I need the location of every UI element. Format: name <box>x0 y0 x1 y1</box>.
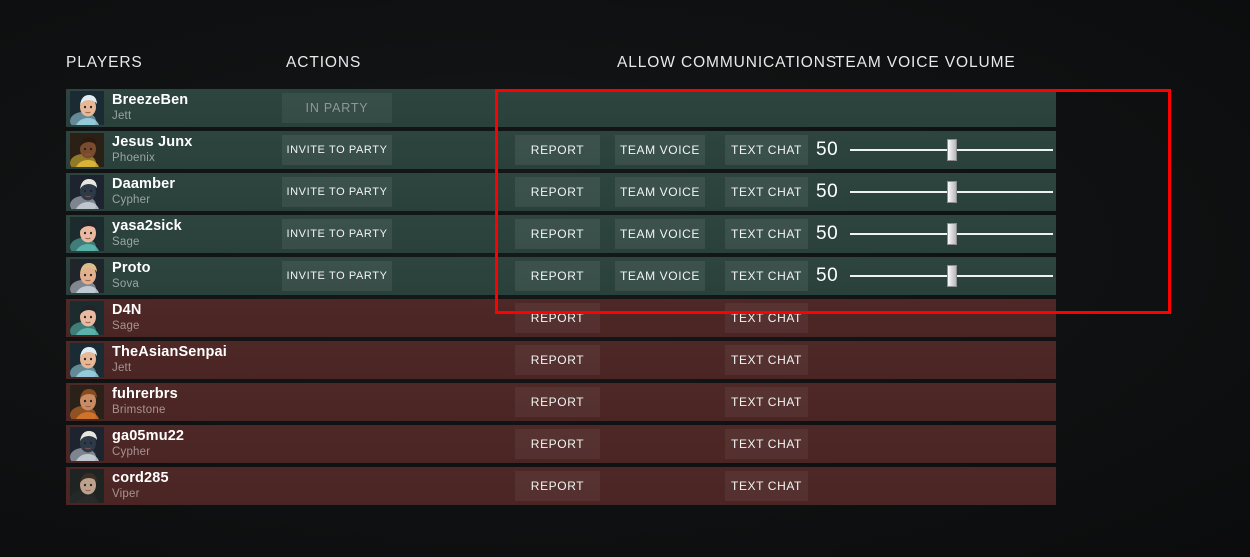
player-agent: Jett <box>112 362 132 374</box>
team-voice-volume-slider[interactable]: 50 <box>816 257 1056 295</box>
team-voice-volume-slider[interactable]: 50 <box>816 173 1056 211</box>
player-name: Jesus Junx <box>112 134 193 150</box>
player-name: Daamber <box>112 176 176 192</box>
text-chat-toggle[interactable]: TEXT CHAT <box>725 135 808 165</box>
text-chat-toggle[interactable]: TEXT CHAT <box>725 471 808 501</box>
text-chat-toggle[interactable]: TEXT CHAT <box>725 219 808 249</box>
in-party-label: IN PARTY <box>282 93 392 123</box>
player-cell: fuhrerbrs Brimstone <box>66 383 512 421</box>
report-button[interactable]: REPORT <box>515 345 600 375</box>
invite-to-party-button[interactable]: INVITE TO PARTY <box>282 135 392 165</box>
column-header-allow-communications: ALLOW COMMUNICATIONS <box>617 54 838 71</box>
report-button[interactable]: REPORT <box>515 303 600 333</box>
volume-value: 50 <box>816 139 839 160</box>
column-header-actions: ACTIONS <box>286 54 362 71</box>
player-name: fuhrerbrs <box>112 386 178 402</box>
volume-value: 50 <box>816 181 839 202</box>
column-headers: PLAYERS ACTIONS ALLOW COMMUNICATIONS TEA… <box>0 54 1250 78</box>
volume-thumb[interactable] <box>946 265 957 287</box>
player-agent: Viper <box>112 488 140 500</box>
player-name: TheAsianSenpai <box>112 344 227 360</box>
invite-to-party-button[interactable]: INVITE TO PARTY <box>282 177 392 207</box>
text-chat-toggle[interactable]: TEXT CHAT <box>725 303 808 333</box>
report-button[interactable]: REPORT <box>515 219 600 249</box>
player-name: D4N <box>112 302 142 318</box>
invite-to-party-button[interactable]: INVITE TO PARTY <box>282 261 392 291</box>
player-agent: Cypher <box>112 446 151 458</box>
report-button[interactable]: REPORT <box>515 471 600 501</box>
player-cell: cord285 Viper <box>66 467 512 505</box>
column-header-players: PLAYERS <box>66 54 143 71</box>
table-row: Proto Sova INVITE TO PARTY REPORT TEAM VOICE… <box>66 257 1056 295</box>
table-row: TheAsianSenpai Jett REPORT TEXT CHAT <box>66 341 1056 379</box>
player-agent: Sage <box>112 236 140 248</box>
report-button[interactable]: REPORT <box>515 135 600 165</box>
player-name: cord285 <box>112 470 169 486</box>
column-header-team-voice-volume: TEAM VOICE VOLUME <box>835 54 1016 71</box>
sage-avatar <box>70 301 104 335</box>
table-row: yasa2sick Sage INVITE TO PARTY REPORT TEAM V… <box>66 215 1056 253</box>
report-button[interactable]: REPORT <box>515 261 600 291</box>
player-roster-screen: PLAYERS ACTIONS ALLOW COMMUNICATIONS TEA… <box>0 0 1250 557</box>
player-name: yasa2sick <box>112 218 182 234</box>
cypher-avatar <box>70 427 104 461</box>
player-agent: Phoenix <box>112 152 155 164</box>
player-agent: Brimstone <box>112 404 166 416</box>
sage-avatar <box>70 217 104 251</box>
table-row: cord285 Viper REPORT TEXT CHAT <box>66 467 1056 505</box>
table-row: Jesus Junx Phoenix INVITE TO PARTY REPORT TE… <box>66 131 1056 169</box>
text-chat-toggle[interactable]: TEXT CHAT <box>725 177 808 207</box>
volume-value: 50 <box>816 223 839 244</box>
report-button[interactable]: REPORT <box>515 177 600 207</box>
team-voice-toggle[interactable]: TEAM VOICE <box>615 261 705 291</box>
team-voice-toggle[interactable]: TEAM VOICE <box>615 177 705 207</box>
text-chat-toggle[interactable]: TEXT CHAT <box>725 261 808 291</box>
brimstone-avatar <box>70 385 104 419</box>
text-chat-toggle[interactable]: TEXT CHAT <box>725 345 808 375</box>
table-row: fuhrerbrs Brimstone REPORT TEXT CHAT <box>66 383 1056 421</box>
sova-avatar <box>70 259 104 293</box>
player-agent: Sage <box>112 320 140 332</box>
table-row: ga05mu22 Cypher REPORT TEXT CHAT <box>66 425 1056 463</box>
player-table: BreezeBen Jett IN PARTY Jesus Junx Phoenix IN… <box>66 89 1056 509</box>
report-button[interactable]: REPORT <box>515 429 600 459</box>
player-name: BreezeBen <box>112 92 189 108</box>
text-chat-toggle[interactable]: TEXT CHAT <box>725 429 808 459</box>
table-row: BreezeBen Jett IN PARTY <box>66 89 1056 127</box>
table-row: Daamber Cypher INVITE TO PARTY REPORT TEAM V… <box>66 173 1056 211</box>
player-agent: Cypher <box>112 194 151 206</box>
team-voice-volume-slider[interactable]: 50 <box>816 215 1056 253</box>
team-voice-toggle[interactable]: TEAM VOICE <box>615 219 705 249</box>
player-name: ga05mu22 <box>112 428 185 444</box>
player-cell: TheAsianSenpai Jett <box>66 341 512 379</box>
table-row: D4N Sage REPORT TEXT CHAT <box>66 299 1056 337</box>
volume-value: 50 <box>816 265 839 286</box>
jett-avatar <box>70 91 104 125</box>
volume-thumb[interactable] <box>946 181 957 203</box>
player-cell: D4N Sage <box>66 299 512 337</box>
viper-avatar <box>70 469 104 503</box>
volume-thumb[interactable] <box>946 139 957 161</box>
invite-to-party-button[interactable]: INVITE TO PARTY <box>282 219 392 249</box>
report-button[interactable]: REPORT <box>515 387 600 417</box>
player-name: Proto <box>112 260 151 276</box>
player-agent: Jett <box>112 110 132 122</box>
team-voice-volume-slider[interactable]: 50 <box>816 131 1056 169</box>
text-chat-toggle[interactable]: TEXT CHAT <box>725 387 808 417</box>
phoenix-avatar <box>70 133 104 167</box>
player-cell: ga05mu22 Cypher <box>66 425 512 463</box>
cypher-avatar <box>70 175 104 209</box>
team-voice-toggle[interactable]: TEAM VOICE <box>615 135 705 165</box>
volume-thumb[interactable] <box>946 223 957 245</box>
jett-avatar <box>70 343 104 377</box>
player-agent: Sova <box>112 278 140 290</box>
